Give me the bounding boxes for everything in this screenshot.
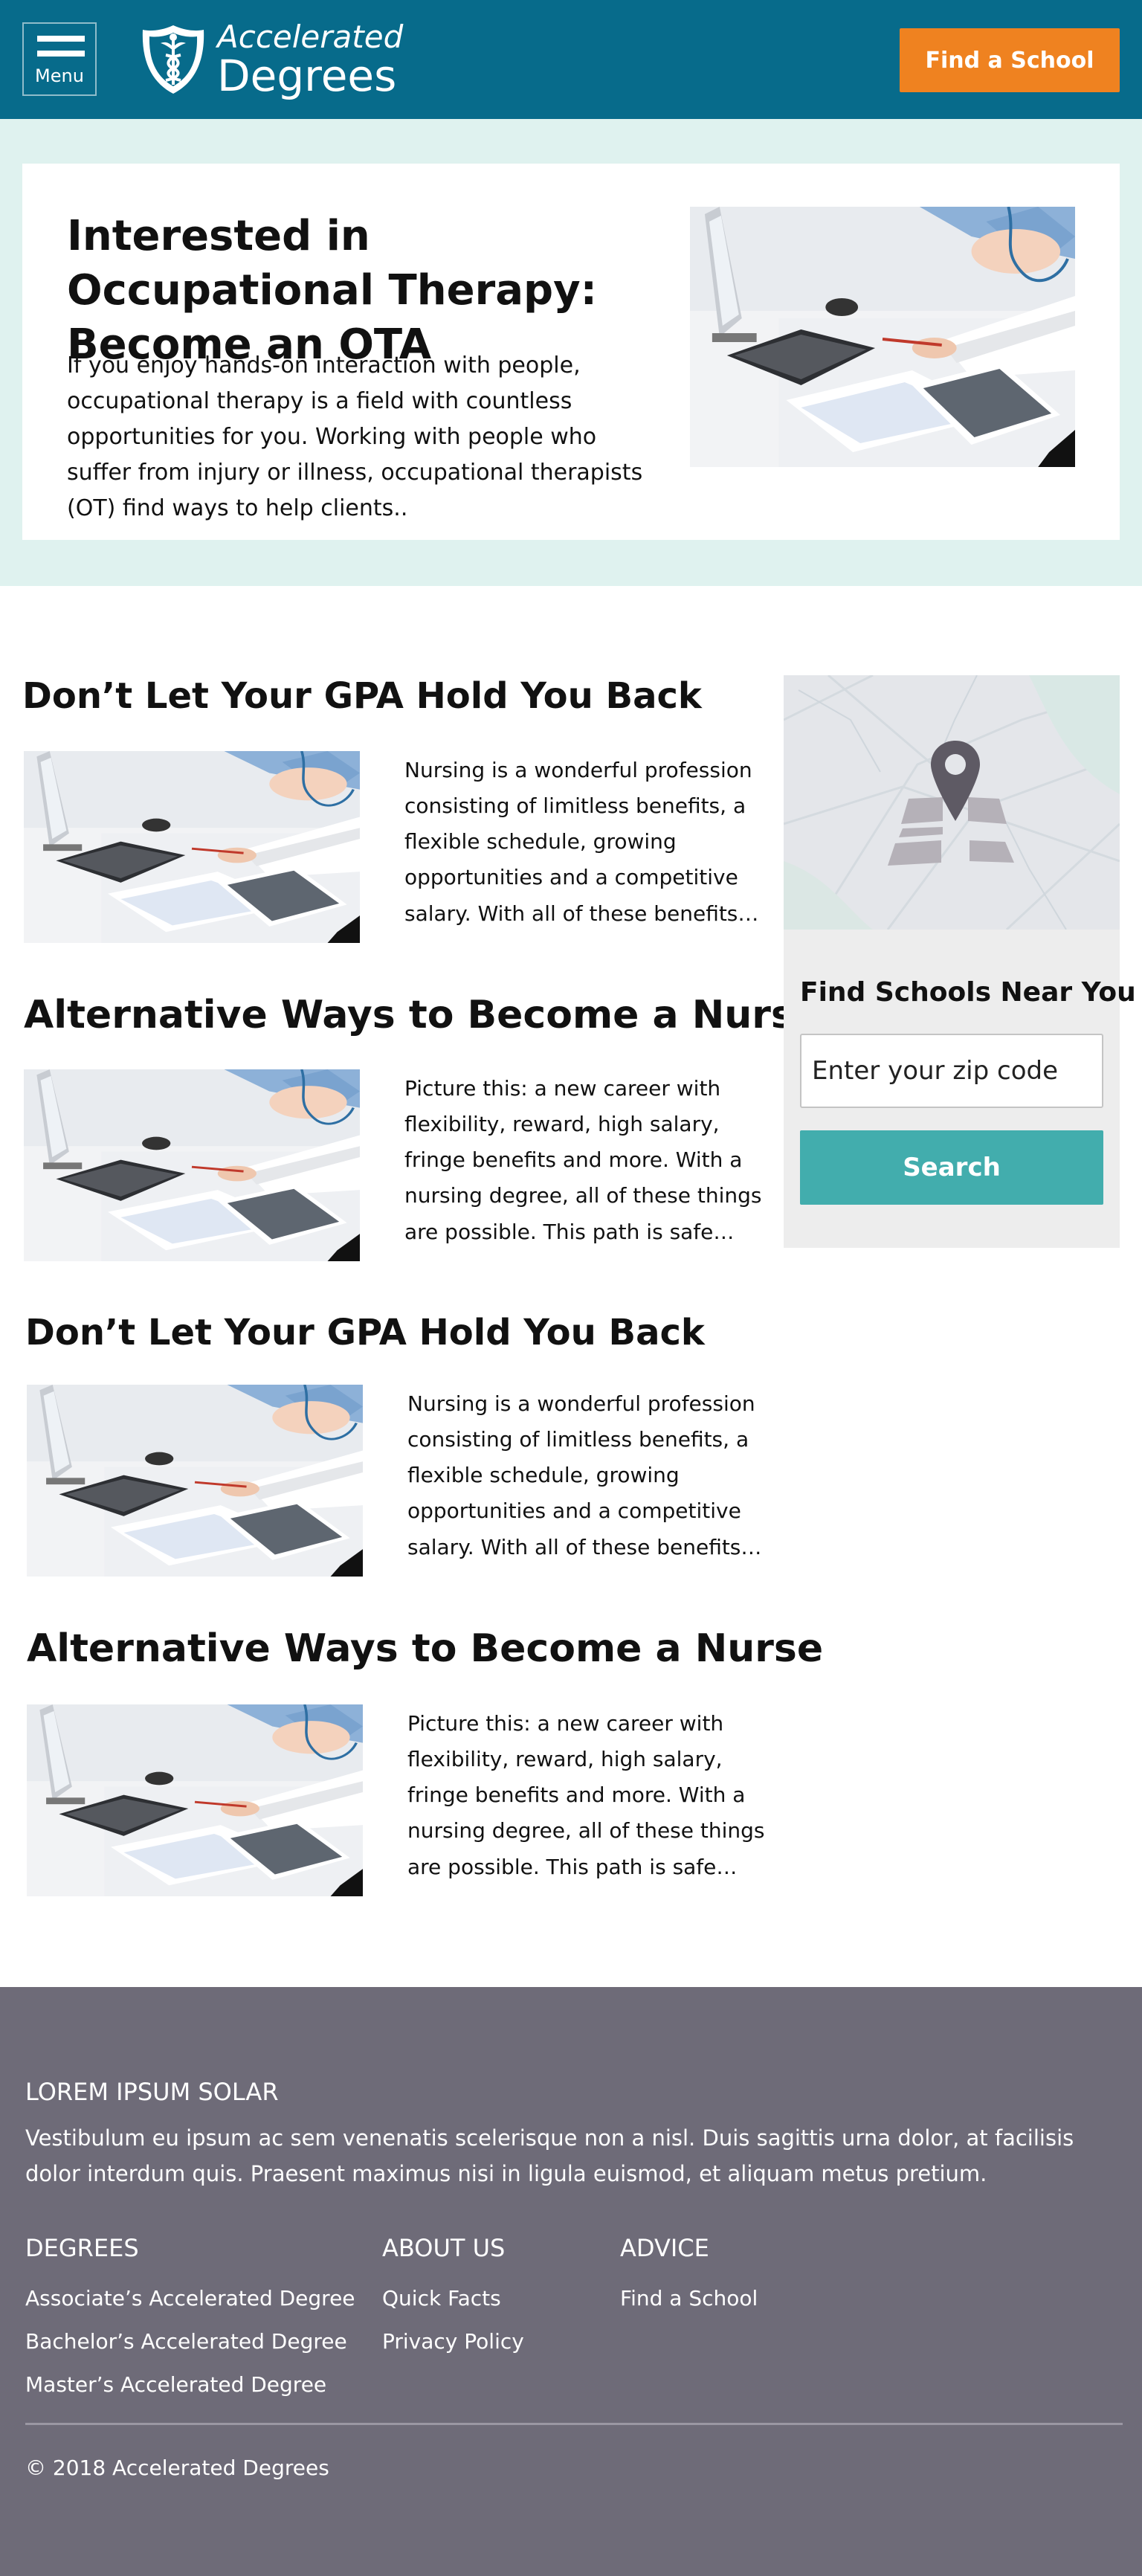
find-schools-widget: Find Schools Near You Search [784, 675, 1136, 1248]
site-footer: LOREM IPSUM SOLAR Vestibulum eu ipsum ac… [0, 1987, 1142, 2576]
footer-link[interactable]: Associate’s Accelerated Degree [25, 2277, 355, 2320]
article-thumbnail[interactable] [24, 1069, 360, 1261]
article-title[interactable]: Alternative Ways to Become a Nurse [24, 992, 820, 1038]
footer-link[interactable]: Privacy Policy [382, 2320, 524, 2363]
site-logo[interactable]: Accelerated Degrees [140, 21, 403, 98]
find-a-school-button[interactable]: Find a School [900, 28, 1120, 92]
footer-link[interactable]: Bachelor’s Accelerated Degree [25, 2320, 355, 2363]
hero-section: Interested in Occupational Therapy: Beco… [0, 119, 1142, 586]
caduceus-shield-icon [142, 25, 204, 94]
article-excerpt: Nursing is a wonderful profession consis… [404, 758, 759, 926]
footer-column-title: DEGREES [25, 2234, 139, 2262]
footer-column-advice: ADVICE Find a School [620, 2234, 758, 2320]
footer-link[interactable]: Find a School [620, 2277, 758, 2320]
copyright: © 2018 Accelerated Degrees [25, 2456, 329, 2480]
footer-column-degrees: DEGREES Associate’s Accelerated Degree B… [25, 2234, 355, 2406]
footer-link[interactable]: Master’s Accelerated Degree [25, 2363, 355, 2406]
main-content: Don’t Let Your GPA Hold You Back Nursing… [0, 586, 1142, 1987]
article-thumbnail[interactable] [27, 1385, 363, 1577]
hero-image[interactable] [690, 207, 1075, 467]
footer-paragraph: Vestibulum eu ipsum ac sem venenatis sce… [25, 2125, 1074, 2186]
footer-heading: LOREM IPSUM SOLAR [25, 2078, 279, 2106]
hero-card[interactable]: Interested in Occupational Therapy: Beco… [22, 164, 1120, 540]
article-thumbnail[interactable] [27, 1704, 363, 1896]
logo-line-2: Degrees [217, 51, 397, 101]
footer-column-about: ABOUT US Quick Facts Privacy Policy [382, 2234, 524, 2363]
footer-column-title: ABOUT US [382, 2234, 506, 2262]
widget-title: Find Schools Near You [800, 977, 1136, 1008]
menu-label: Menu [35, 65, 84, 86]
site-header: Menu Accelerated Degrees Find a School [0, 0, 1142, 119]
article-thumbnail[interactable] [24, 751, 360, 943]
hamburger-icon [37, 36, 85, 65]
hero-text: If you enjoy hands-on interaction with p… [67, 352, 643, 521]
logo-line-1: Accelerated [217, 19, 404, 55]
article-title[interactable]: Don’t Let Your GPA Hold You Back [25, 1312, 705, 1355]
article-excerpt: Picture this: a new career with flexibil… [407, 1711, 765, 1879]
footer-column-title: ADVICE [620, 2234, 709, 2262]
map-pin-icon [784, 675, 1120, 930]
footer-link[interactable]: Quick Facts [382, 2277, 524, 2320]
footer-divider [25, 2423, 1123, 2425]
article-excerpt: Picture this: a new career with flexibil… [404, 1076, 762, 1244]
zip-code-input[interactable] [800, 1034, 1103, 1108]
article-title[interactable]: Don’t Let Your GPA Hold You Back [22, 675, 702, 718]
search-button[interactable]: Search [800, 1130, 1103, 1205]
menu-button[interactable]: Menu [22, 22, 97, 96]
article-excerpt: Nursing is a wonderful profession consis… [407, 1391, 762, 1559]
article-title[interactable]: Alternative Ways to Become a Nurse [27, 1626, 823, 1672]
